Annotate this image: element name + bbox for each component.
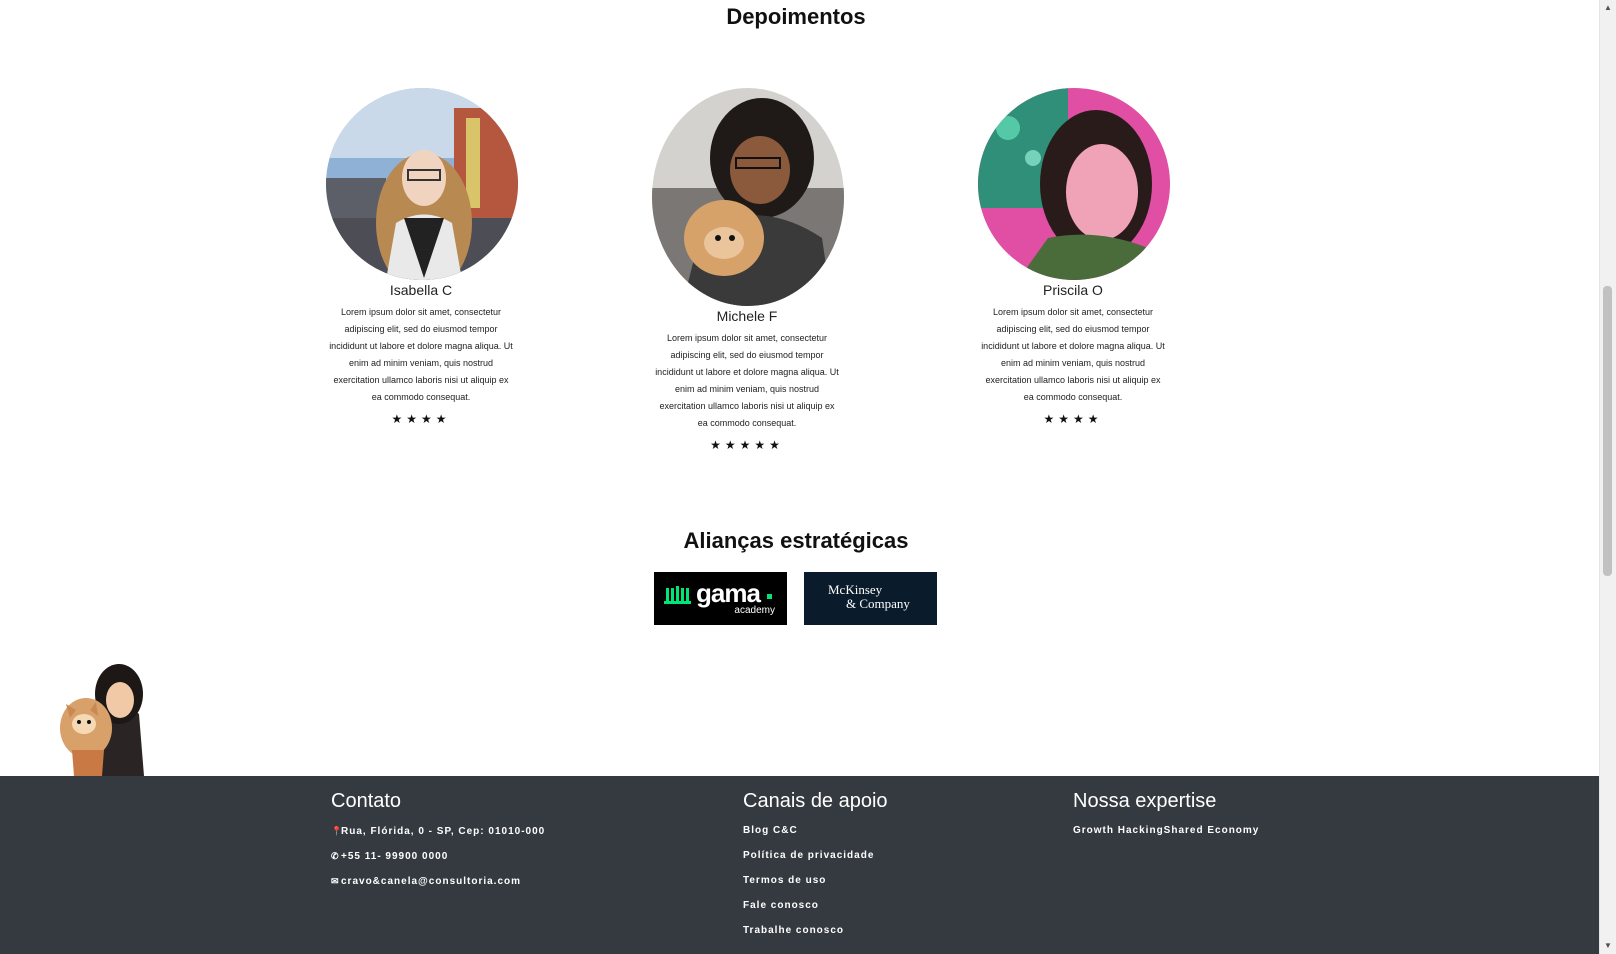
footer-contact: Contato 📍Rua, Flórida, 0 - SP, Cep: 0101…	[331, 790, 545, 888]
footer: Contato 📍Rua, Flórida, 0 - SP, Cep: 0101…	[0, 776, 1600, 954]
mckinsey-line2: & Company	[846, 596, 910, 611]
scroll-up-arrow-icon[interactable]: ▲	[1600, 0, 1616, 16]
testimonial-card: Michele F Lorem ipsum dolor sit amet, co…	[652, 88, 844, 452]
footer-expertise-text: Growth HackingShared Economy	[1073, 825, 1260, 836]
testimonial-text: Lorem ipsum dolor sit amet, consectetur …	[329, 307, 513, 402]
page: Depoimentos Isabella C Lorem ipsum dolor…	[0, 0, 1600, 954]
footer-link-terms[interactable]: Termos de uso	[743, 875, 888, 887]
footer-expertise-heading: Nossa expertise	[1073, 790, 1217, 812]
star-rating-icon: ★★★★	[391, 412, 451, 426]
testimonial-name: Isabella C	[389, 282, 453, 298]
email-text: cravo&canela@consultoria.com	[341, 876, 522, 887]
footer-email[interactable]: ✉cravo&canela@consultoria.com	[331, 875, 545, 888]
footer-link-careers[interactable]: Trabalhe conosco	[743, 925, 888, 937]
footer-phone[interactable]: ✆+55 11- 99900 0000	[331, 850, 545, 863]
phone-text: +55 11- 99900 0000	[341, 851, 449, 862]
scrollbar-thumb[interactable]	[1603, 286, 1612, 576]
testimonial-text: Lorem ipsum dolor sit amet, consectetur …	[981, 307, 1165, 402]
testimonial-text: Lorem ipsum dolor sit amet, consectetur …	[655, 333, 839, 428]
footer-address: 📍Rua, Flórida, 0 - SP, Cep: 01010-000	[331, 825, 545, 838]
footer-support: Canais de apoio Blog C&C Política de pri…	[743, 790, 888, 937]
avatar-photo	[652, 88, 844, 306]
vertical-scrollbar[interactable]: ▲ ▼	[1599, 0, 1616, 954]
gama-academy-logo[interactable]: gama academy	[654, 572, 787, 625]
gama-dot	[767, 594, 772, 599]
gama-subtext: academy	[734, 605, 775, 616]
footer-link-contact[interactable]: Fale conosco	[743, 900, 888, 912]
testimonial-name: Michele F	[716, 308, 778, 324]
scroll-down-arrow-icon[interactable]: ▼	[1600, 938, 1616, 954]
star-rating-icon: ★★★★	[1043, 412, 1103, 426]
footer-link-blog[interactable]: Blog C&C	[743, 825, 888, 837]
star-rating-icon: ★★★★★	[710, 438, 784, 452]
envelope-icon: ✉	[331, 876, 340, 886]
footer-expertise: Nossa expertise Growth HackingShared Eco…	[1073, 790, 1259, 837]
testimonial-card: Priscila O Lorem ipsum dolor sit amet, c…	[978, 88, 1170, 426]
avatar-priscila	[978, 88, 1170, 280]
avatar-isabella	[326, 88, 518, 280]
avatar-photo	[978, 88, 1170, 280]
footer-support-heading: Canais de apoio	[743, 790, 888, 812]
footer-link-privacy[interactable]: Política de privacidade	[743, 850, 888, 862]
avatar-michele	[652, 88, 844, 306]
avatar-photo	[326, 88, 518, 280]
map-pin-icon: 📍	[331, 826, 344, 836]
phone-icon: ✆	[331, 851, 340, 861]
mckinsey-logo[interactable]: McKinsey & Company	[804, 572, 937, 625]
testimonials-title: Depoimentos	[726, 4, 866, 29]
address-text: Rua, Flórida, 0 - SP, Cep: 01010-000	[341, 826, 546, 837]
testimonial-name: Priscila O	[1043, 282, 1103, 298]
person-with-dog-illustration	[60, 664, 144, 776]
alliances-title: Alianças estratégicas	[683, 528, 909, 553]
footer-contact-heading: Contato	[331, 790, 402, 812]
testimonial-card: Isabella C Lorem ipsum dolor sit amet, c…	[326, 88, 518, 426]
